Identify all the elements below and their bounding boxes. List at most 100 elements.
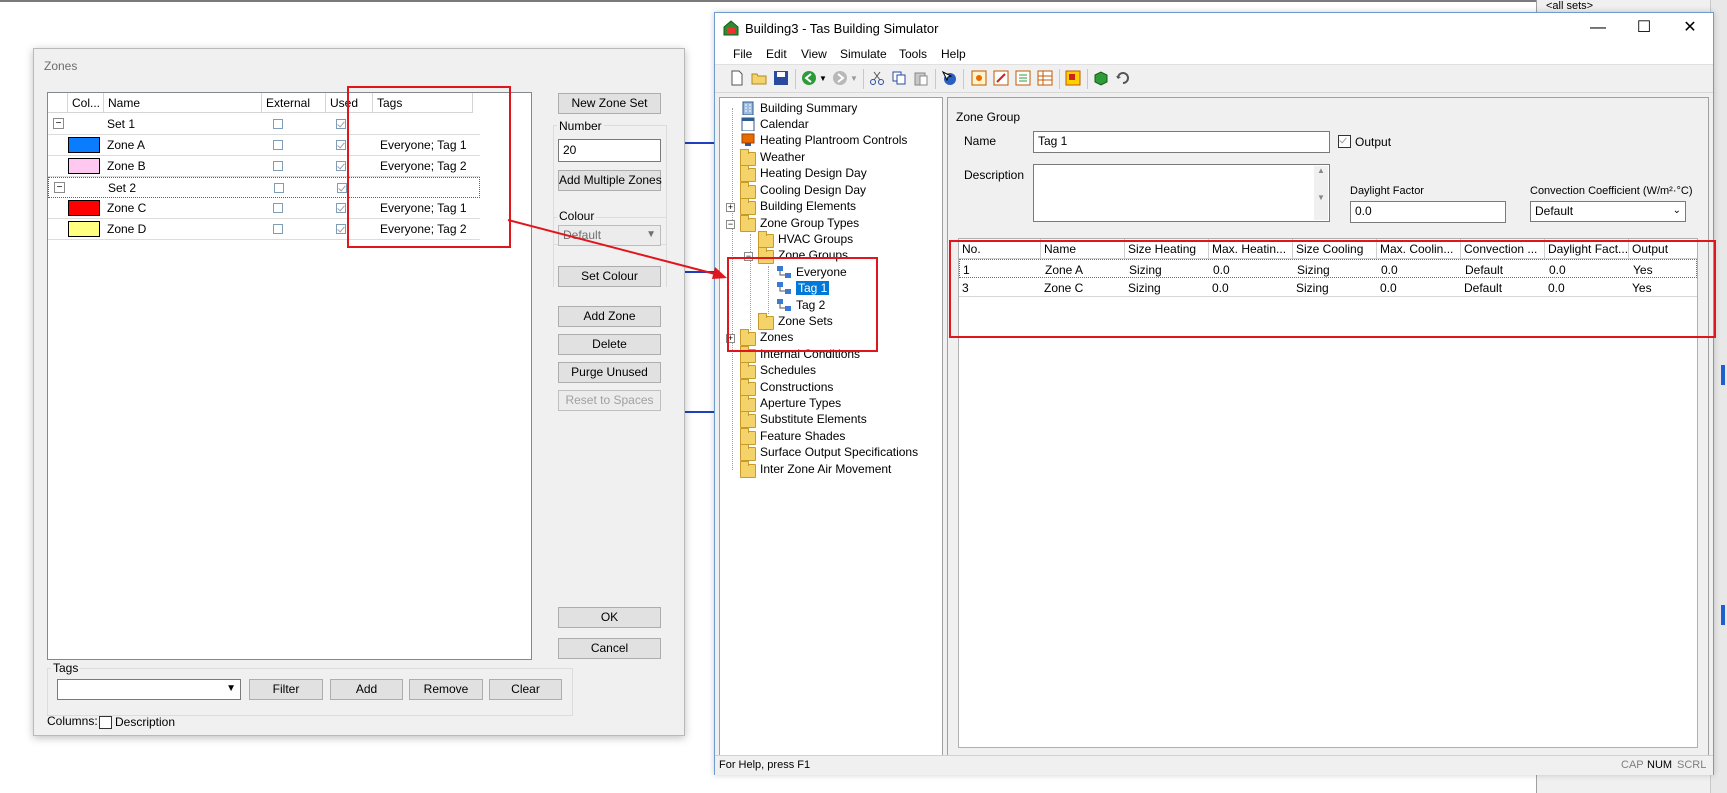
- menu-file[interactable]: File: [733, 47, 752, 61]
- backdrop-scroll-mark: [1721, 605, 1725, 625]
- folder-icon: [740, 444, 756, 461]
- tags-select[interactable]: ▼: [57, 679, 241, 700]
- forward-dropdown-icon[interactable]: ▼: [850, 74, 858, 83]
- annotation-highlight-tags: [347, 86, 511, 248]
- annotation-highlight-table: [949, 240, 1716, 338]
- delete-button[interactable]: Delete: [558, 334, 661, 355]
- chevron-down-icon: ▼: [226, 683, 236, 694]
- name-input[interactable]: Tag 1: [1033, 131, 1330, 153]
- number-input[interactable]: 20: [558, 139, 661, 162]
- 3d-view-icon[interactable]: [1093, 70, 1109, 86]
- list-icon[interactable]: [1015, 70, 1031, 86]
- column-header-expand: [48, 93, 68, 113]
- tree-item-label: Weather: [760, 150, 806, 164]
- convection-coefficient-value: Default: [1535, 204, 1574, 218]
- copy-icon[interactable]: [891, 70, 907, 86]
- help-pointer-icon[interactable]: [941, 70, 957, 86]
- convection-coefficient-label: Convection Coefficient (W/m²·°C): [1530, 185, 1693, 197]
- menu-edit[interactable]: Edit: [766, 47, 787, 61]
- save-icon[interactable]: [773, 70, 789, 86]
- add-multiple-zones-button[interactable]: Add Multiple Zones: [558, 170, 662, 191]
- folder-icon: [740, 395, 756, 412]
- menu-view[interactable]: View: [801, 47, 827, 61]
- column-header-name[interactable]: Name: [104, 93, 262, 113]
- chevron-down-icon: ⌄: [1672, 205, 1681, 216]
- external-checkbox[interactable]: [273, 203, 283, 213]
- purge-unused-button[interactable]: Purge Unused: [558, 362, 661, 383]
- folder-icon: [758, 231, 774, 248]
- tree-item-label: Heating Plantroom Controls: [760, 133, 908, 147]
- toolbar: ▼ ▼: [715, 65, 1713, 93]
- add-tag-button[interactable]: Add: [330, 679, 403, 700]
- daylight-factor-input[interactable]: 0.0: [1350, 201, 1506, 223]
- menu-help[interactable]: Help: [941, 47, 966, 61]
- folder-icon: [740, 165, 756, 182]
- external-checkbox[interactable]: [273, 119, 283, 129]
- filter-button[interactable]: Filter: [249, 679, 323, 700]
- title-bar[interactable]: Building3 - Tas Building Simulator — ☐ ✕: [715, 13, 1713, 43]
- refresh-icon[interactable]: [1115, 70, 1131, 86]
- panel-heading: Zone Group: [956, 110, 1021, 124]
- row-name: Zone C: [107, 201, 147, 215]
- zone-colour-swatch[interactable]: [68, 200, 100, 216]
- sun-icon[interactable]: [971, 70, 987, 86]
- column-header-external[interactable]: External: [262, 93, 326, 113]
- tree-item-label: Aperture Types: [760, 396, 842, 410]
- external-checkbox[interactable]: [273, 224, 283, 234]
- annotation-arrow-icon: [507, 219, 727, 279]
- external-checkbox[interactable]: [273, 161, 283, 171]
- collapse-icon[interactable]: −: [54, 182, 65, 193]
- description-scrollbar[interactable]: ▲ ▼: [1314, 166, 1328, 220]
- folder-open-icon: [740, 215, 756, 232]
- convection-coefficient-select[interactable]: Default ⌄: [1530, 201, 1686, 222]
- add-zone-button[interactable]: Add Zone: [558, 306, 661, 327]
- row-name: Set 2: [108, 181, 137, 195]
- external-checkbox[interactable]: [274, 183, 284, 193]
- clear-tags-button[interactable]: Clear: [489, 679, 562, 700]
- description-checkbox-label: Description: [115, 715, 176, 729]
- navigation-tree[interactable]: Building Summary Calendar Heating Plantr…: [719, 97, 943, 757]
- zone-group-panel: Zone Group Name Tag 1 Output Description…: [947, 97, 1709, 757]
- back-dropdown-icon[interactable]: ▼: [819, 74, 827, 83]
- paste-icon[interactable]: [913, 70, 929, 86]
- external-checkbox[interactable]: [273, 140, 283, 150]
- column-header-colour[interactable]: Col...: [68, 93, 104, 113]
- used-checkbox: [336, 140, 346, 150]
- cancel-button[interactable]: Cancel: [558, 638, 661, 659]
- reset-to-spaces-button: Reset to Spaces: [558, 390, 661, 411]
- zone-colour-swatch[interactable]: [68, 221, 100, 237]
- zone-colour-swatch[interactable]: [68, 158, 100, 174]
- report-icon[interactable]: [1065, 70, 1081, 86]
- tree-item-label: Building Summary: [760, 101, 858, 115]
- status-help-text: For Help, press F1: [719, 759, 811, 771]
- status-cap: CAP: [1621, 759, 1644, 771]
- open-folder-icon[interactable]: [751, 70, 767, 86]
- building-icon: [742, 101, 754, 115]
- maximize-icon[interactable]: ☐: [1621, 13, 1667, 43]
- ok-button[interactable]: OK: [558, 607, 661, 628]
- edit-sheet-icon[interactable]: [993, 70, 1009, 86]
- menu-simulate[interactable]: Simulate: [840, 47, 887, 61]
- close-icon[interactable]: ✕: [1667, 13, 1713, 43]
- new-zone-set-button[interactable]: New Zone Set: [558, 93, 661, 114]
- minimize-icon[interactable]: —: [1575, 13, 1621, 43]
- remove-tag-button[interactable]: Remove: [409, 679, 483, 700]
- menu-tools[interactable]: Tools: [899, 47, 927, 61]
- columns-label: Columns:: [47, 714, 98, 728]
- used-checkbox: [336, 224, 346, 234]
- daylight-factor-label: Daylight Factor: [1350, 185, 1424, 197]
- used-checkbox: [336, 119, 346, 129]
- status-scrl: SCRL: [1677, 759, 1707, 771]
- tree-item-label: Building Elements: [760, 199, 857, 213]
- collapse-icon[interactable]: −: [53, 118, 64, 129]
- new-file-icon[interactable]: [729, 70, 745, 86]
- forward-icon[interactable]: [832, 70, 848, 86]
- expand-icon[interactable]: +: [726, 203, 735, 212]
- cut-icon[interactable]: [869, 70, 885, 86]
- description-checkbox[interactable]: [99, 716, 112, 729]
- description-input[interactable]: ▲ ▼: [1033, 164, 1330, 222]
- zone-colour-swatch[interactable]: [68, 137, 100, 153]
- output-checkbox[interactable]: [1338, 135, 1351, 148]
- table-icon[interactable]: [1037, 70, 1053, 86]
- back-icon[interactable]: [801, 70, 817, 86]
